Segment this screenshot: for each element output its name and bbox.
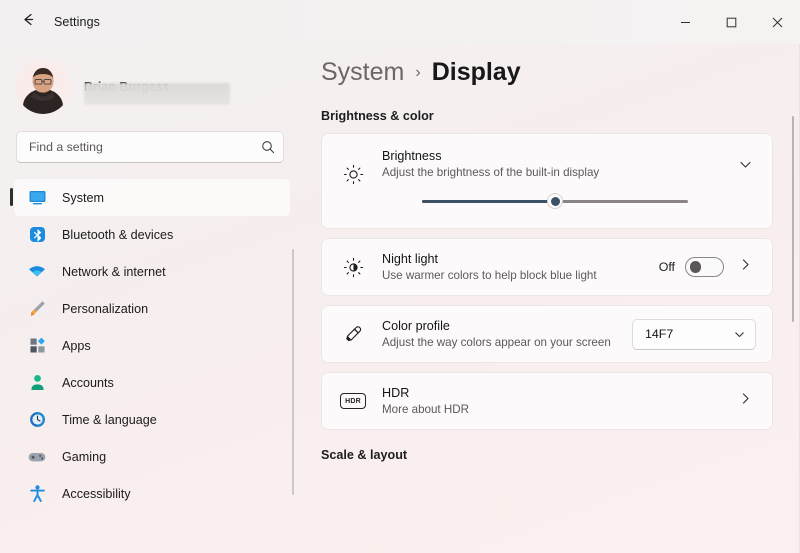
brightness-card[interactable]: Brightness Adjust the brightness of the … <box>321 133 773 229</box>
sidebar-item-label: Time & language <box>62 413 157 427</box>
slider-fill <box>422 200 555 203</box>
redacted-account-email <box>84 83 230 105</box>
night-light-title: Night light <box>382 252 659 266</box>
brightness-description: Adjust the brightness of the built-in di… <box>382 165 642 180</box>
section-heading-scale-layout: Scale & layout <box>321 448 800 462</box>
chevron-right-icon <box>738 391 753 411</box>
slider-thumb[interactable] <box>547 193 563 209</box>
window-title: Settings <box>54 15 100 29</box>
hdr-open-button[interactable] <box>734 390 756 412</box>
sidebar-item-time-language[interactable]: Time & language <box>14 401 290 438</box>
hdr-description: More about HDR <box>382 402 642 417</box>
main-content: System › Display Brightness & color <box>300 44 800 553</box>
color-profile-description: Adjust the way colors appear on your scr… <box>382 335 612 350</box>
night-light-description: Use warmer colors to help block blue lig… <box>382 268 597 283</box>
sidebar-item-accounts[interactable]: Accounts <box>14 364 290 401</box>
sidebar-item-label: Accounts <box>62 376 114 390</box>
night-light-icon <box>336 257 370 278</box>
sidebar-item-label: Apps <box>62 339 91 353</box>
search-icon <box>261 140 275 154</box>
sidebar-item-label: Personalization <box>62 302 148 316</box>
brightness-slider[interactable] <box>422 191 688 211</box>
sidebar-item-label: Accessibility <box>62 487 131 501</box>
night-light-state-label: Off <box>659 260 675 274</box>
sidebar-scrollbar[interactable] <box>292 249 294 495</box>
wifi-icon <box>26 261 48 283</box>
search-box[interactable] <box>16 131 284 163</box>
paintbrush-icon <box>26 298 48 320</box>
sidebar: Brian Burgess <box>0 44 300 553</box>
sidebar-item-gaming[interactable]: Gaming <box>14 438 290 475</box>
sidebar-nav: System Bluetooth & devices <box>0 179 300 479</box>
chevron-right-icon: › <box>415 64 420 82</box>
back-button[interactable] <box>12 6 44 38</box>
avatar <box>16 60 70 114</box>
gamepad-icon <box>26 446 48 468</box>
search-input[interactable] <box>29 140 261 154</box>
person-icon <box>26 372 48 394</box>
hdr-badge-text: HDR <box>340 393 366 409</box>
main-scrollbar[interactable] <box>792 116 795 322</box>
hdr-title: HDR <box>382 386 734 400</box>
monitor-icon <box>26 187 48 209</box>
night-light-open-button[interactable] <box>734 256 756 278</box>
brightness-sun-icon <box>336 146 370 185</box>
breadcrumb-root[interactable]: System <box>321 58 404 87</box>
hdr-card[interactable]: HDR HDR More about HDR <box>321 372 773 430</box>
sidebar-item-bluetooth-devices[interactable]: Bluetooth & devices <box>14 216 290 253</box>
sidebar-item-personalization[interactable]: Personalization <box>14 290 290 327</box>
clock-icon <box>26 409 48 431</box>
color-profile-title: Color profile <box>382 319 632 333</box>
apps-icon <box>26 335 48 357</box>
night-light-card[interactable]: Night light Use warmer colors to help bl… <box>321 238 773 296</box>
maximize-button[interactable] <box>708 6 754 38</box>
eyedropper-icon <box>336 324 370 345</box>
title-bar: Settings <box>0 0 800 44</box>
sidebar-item-network-internet[interactable]: Network & internet <box>14 253 290 290</box>
night-light-toggle[interactable] <box>685 257 724 277</box>
chevron-down-icon <box>738 157 753 177</box>
page-title: Display <box>432 58 521 87</box>
accessibility-icon <box>26 483 48 505</box>
hdr-badge-icon: HDR <box>336 393 370 409</box>
toggle-knob <box>690 261 702 273</box>
color-profile-selected-value: 14F7 <box>645 327 673 341</box>
sidebar-item-system[interactable]: System <box>14 179 290 216</box>
sidebar-item-label: System <box>62 191 104 205</box>
minimize-icon <box>680 17 691 28</box>
bluetooth-icon <box>26 224 48 246</box>
close-button[interactable] <box>754 6 800 38</box>
sidebar-item-label: Network & internet <box>62 265 166 279</box>
settings-window: Settings <box>0 0 800 553</box>
sidebar-item-label: Bluetooth & devices <box>62 228 173 242</box>
window-controls <box>662 0 800 44</box>
minimize-button[interactable] <box>662 6 708 38</box>
breadcrumb: System › Display <box>321 58 800 87</box>
color-profile-dropdown[interactable]: 14F7 <box>632 319 756 350</box>
brightness-title: Brightness <box>382 149 734 163</box>
chevron-right-icon <box>738 257 753 277</box>
color-profile-card[interactable]: Color profile Adjust the way colors appe… <box>321 305 773 363</box>
sidebar-item-apps[interactable]: Apps <box>14 327 290 364</box>
chevron-down-icon <box>733 328 746 341</box>
brightness-expand-button[interactable] <box>734 146 756 168</box>
user-profile[interactable]: Brian Burgess <box>16 57 300 117</box>
maximize-icon <box>726 17 737 28</box>
section-heading-brightness-color: Brightness & color <box>321 109 800 123</box>
sidebar-item-accessibility[interactable]: Accessibility <box>14 475 290 512</box>
arrow-left-icon <box>20 11 37 33</box>
sidebar-item-label: Gaming <box>62 450 106 464</box>
close-icon <box>772 17 783 28</box>
